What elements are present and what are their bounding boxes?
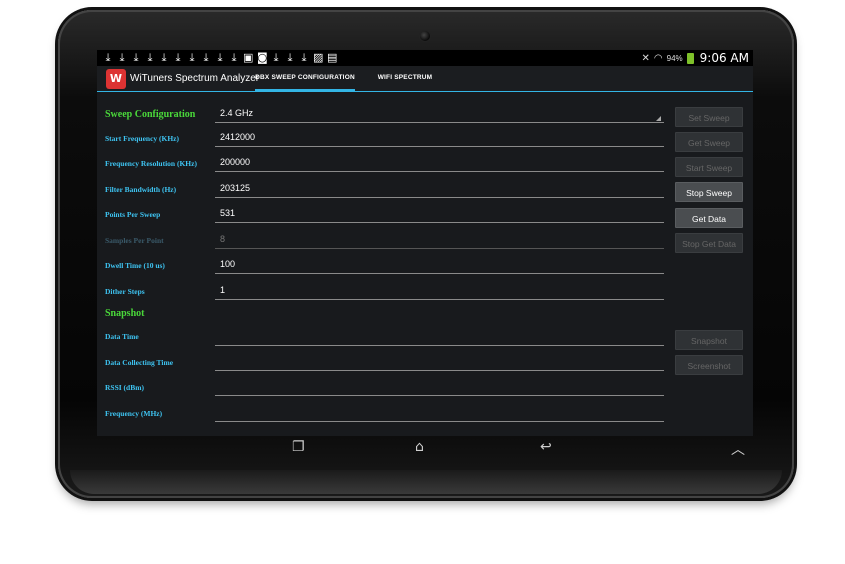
image-icon: ▨: [313, 51, 324, 64]
front-camera: [420, 31, 430, 41]
dwell-time-field[interactable]: 100: [215, 258, 664, 274]
dither-steps-label: Dither Steps: [105, 287, 145, 296]
download-icon: ⤓: [231, 51, 237, 64]
sd-card-icon: ▣: [243, 51, 254, 64]
dwell-time-label: Dwell Time (10 us): [105, 261, 165, 270]
snapshot-button[interactable]: Snapshot: [675, 330, 743, 350]
frequency-resolution-field[interactable]: 200000: [215, 156, 664, 172]
briefcase-icon: ▤: [327, 51, 338, 64]
sweep-configuration-title: Sweep Configuration: [105, 109, 196, 120]
screen: ⤓ ⤓ ⤓ ⤓ ⤓ ⤓ ⤓ ⤓ ⤓ ⤓ ▣ ◙ ⤓ ⤓ ⤓ ▨ ▤ ✕ ◠ 94…: [97, 50, 753, 436]
navigation-bar: ❐ ⌂ ↩ ︿: [97, 436, 753, 458]
stop-get-data-button[interactable]: Stop Get Data: [675, 233, 743, 253]
download-icon: ⤓: [175, 51, 181, 64]
screenshot-button[interactable]: Screenshot: [675, 355, 743, 375]
camera-icon: ◙: [257, 51, 268, 64]
points-per-sweep-label: Points Per Sweep: [105, 210, 161, 219]
tab-dbx-sweep-configuration[interactable]: DBX SWEEP CONFIGURATION: [255, 66, 355, 92]
set-sweep-button[interactable]: Set Sweep: [675, 107, 743, 127]
app-title: WiTuners Spectrum Analyzer: [130, 73, 260, 84]
download-icon: ⤓: [203, 51, 209, 64]
dither-steps-field[interactable]: 1: [215, 284, 664, 300]
band-value: 2.4 GHz: [220, 108, 254, 118]
download-icon: ⤓: [273, 51, 279, 64]
frequency-mhz-label: Frequency (MHz): [105, 409, 163, 418]
battery-icon: [686, 52, 694, 64]
points-per-sweep-field[interactable]: 531: [215, 207, 664, 223]
download-icon: ⤓: [287, 51, 293, 64]
download-icon: ⤓: [119, 51, 125, 64]
start-frequency-field[interactable]: 2412000: [215, 131, 664, 147]
clock: 9:06 AM: [699, 51, 749, 65]
witunes-logo-icon[interactable]: W: [106, 69, 126, 89]
tablet-bottom-edge: [70, 470, 782, 494]
snapshot-title: Snapshot: [105, 308, 145, 319]
start-frequency-label: Start Frequency (KHz): [105, 134, 180, 143]
filter-bandwidth-field[interactable]: 203125: [215, 182, 664, 198]
filter-bandwidth-label: Filter Bandwidth (Hz): [105, 185, 177, 194]
status-bar: ⤓ ⤓ ⤓ ⤓ ⤓ ⤓ ⤓ ⤓ ⤓ ⤓ ▣ ◙ ⤓ ⤓ ⤓ ▨ ▤ ✕ ◠ 94…: [97, 50, 753, 66]
download-icon: ⤓: [105, 51, 111, 64]
get-data-button[interactable]: Get Data: [675, 208, 743, 228]
sweep-config-panel: Sweep Configuration 2.4 GHz Start Freque…: [97, 93, 753, 436]
tab-wifi-spectrum[interactable]: WIFI SPECTRUM: [355, 66, 455, 92]
battery-percent: 94%: [666, 53, 683, 63]
download-icon: ⤓: [217, 51, 223, 64]
tab-bar: DBX SWEEP CONFIGURATION WIFI SPECTRUM: [255, 66, 455, 92]
spinner-arrow-icon: [656, 116, 661, 121]
band-spinner[interactable]: 2.4 GHz: [215, 107, 664, 123]
download-icon: ⤓: [161, 51, 167, 64]
samples-per-point-field: 8: [215, 233, 664, 249]
wifi-icon: ◠: [653, 52, 663, 64]
download-icon: ⤓: [301, 51, 307, 64]
stop-sweep-button[interactable]: Stop Sweep: [675, 182, 743, 202]
data-time-label: Data Time: [105, 332, 139, 341]
data-collecting-time-label: Data Collecting Time: [105, 358, 174, 367]
get-sweep-button[interactable]: Get Sweep: [675, 132, 743, 152]
frequency-resolution-label: Frequency Resolution (KHz): [105, 159, 197, 168]
rssi-label: RSSI (dBm): [105, 383, 144, 392]
data-collecting-time-field: [215, 355, 664, 371]
back-icon[interactable]: ↩: [540, 439, 552, 455]
data-time-field: [215, 330, 664, 346]
download-icon: ⤓: [133, 51, 139, 64]
samples-per-point-label: Samples Per Point: [105, 236, 164, 245]
chevron-up-icon[interactable]: ︿: [731, 439, 745, 459]
download-icon: ⤓: [147, 51, 153, 64]
home-icon[interactable]: ⌂: [415, 439, 424, 455]
mute-icon: ✕: [641, 52, 650, 64]
notification-icons: ⤓ ⤓ ⤓ ⤓ ⤓ ⤓ ⤓ ⤓ ⤓ ⤓ ▣ ◙ ⤓ ⤓ ⤓ ▨ ▤: [103, 51, 338, 64]
download-icon: ⤓: [189, 51, 195, 64]
recent-apps-icon[interactable]: ❐: [292, 439, 305, 455]
start-sweep-button[interactable]: Start Sweep: [675, 157, 743, 177]
rssi-field: [215, 380, 664, 396]
status-right: ✕ ◠ 94% 9:06 AM: [642, 50, 749, 66]
frequency-mhz-field: [215, 406, 664, 422]
action-bar: W WiTuners Spectrum Analyzer DBX SWEEP C…: [97, 66, 753, 92]
